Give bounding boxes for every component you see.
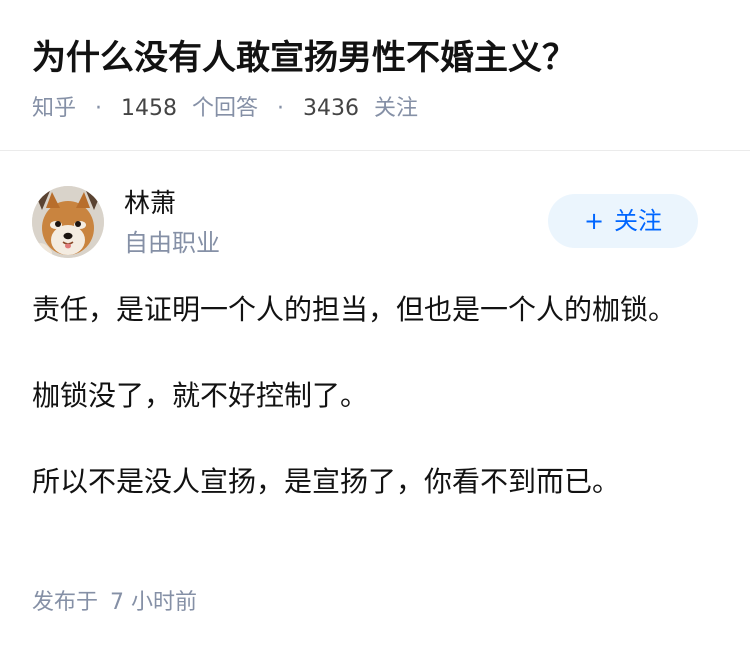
- author-name[interactable]: 林萧: [124, 186, 176, 222]
- shiba-dog-avatar-icon: [32, 186, 104, 258]
- avatar[interactable]: [32, 186, 104, 258]
- answer-body: 责任，是证明一个人的担当，但也是一个人的枷锁。 枷锁没了，就不好控制了。 所以不…: [32, 288, 692, 504]
- meta-separator: ·: [277, 96, 285, 121]
- meta-separator: ·: [95, 96, 103, 121]
- answer-count-label: 个回答: [192, 96, 259, 121]
- author-row: 林萧 自由职业 + 关注: [0, 180, 750, 270]
- follow-label: 关注: [614, 207, 663, 235]
- publish-time: 发布于 7 小时前: [32, 586, 197, 620]
- follow-button[interactable]: + 关注: [548, 194, 698, 248]
- author-bio: 自由职业: [124, 229, 220, 257]
- question-title[interactable]: 为什么没有人敢宣扬男性不婚主义？: [32, 34, 576, 82]
- follower-count-label: 关注: [374, 96, 419, 121]
- source-label[interactable]: 知乎: [32, 96, 76, 121]
- question-header: 为什么没有人敢宣扬男性不婚主义？ 知乎 · 1458 个回答 · 3436 关注: [0, 0, 750, 151]
- publish-time-value: 7 小时前: [110, 590, 198, 615]
- answer-count: 1458: [121, 96, 178, 121]
- answer-paragraph: 责任，是证明一个人的担当，但也是一个人的枷锁。: [32, 293, 677, 326]
- answer-paragraph: 所以不是没人宣扬，是宣扬了，你看不到而已。: [32, 465, 621, 498]
- question-meta: 知乎 · 1458 个回答 · 3436 关注: [32, 92, 418, 126]
- follower-count: 3436: [303, 96, 360, 121]
- publish-prefix: 发布于: [32, 590, 99, 615]
- answer-paragraph: 枷锁没了，就不好控制了。: [32, 379, 369, 412]
- plus-icon: +: [583, 207, 605, 235]
